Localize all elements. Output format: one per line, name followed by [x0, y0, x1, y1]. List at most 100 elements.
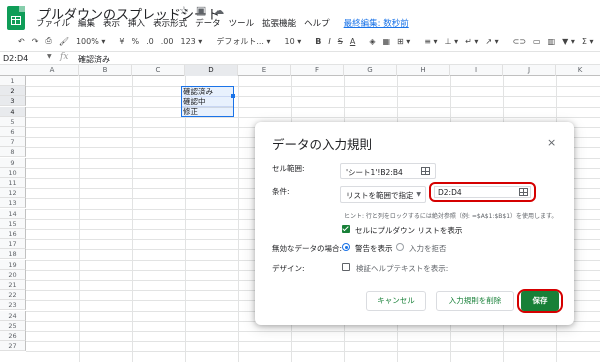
menu-extensions[interactable]: 拡張機能	[262, 17, 296, 29]
last-edit-link[interactable]: 最終編集: 数秒前	[344, 17, 409, 29]
menu-tools[interactable]: ツール	[229, 17, 255, 29]
row-header-18[interactable]: 18	[0, 249, 26, 260]
row-header-15[interactable]: 15	[0, 218, 26, 229]
row-header-3[interactable]: 3	[0, 96, 26, 107]
column-header-f[interactable]: F	[291, 65, 344, 76]
text-wrap-icon[interactable]: ↵ ▾	[465, 37, 478, 46]
row-header-27[interactable]: 27	[0, 341, 26, 352]
currency-button[interactable]: ¥	[119, 37, 124, 46]
column-header-c[interactable]: C	[132, 65, 185, 76]
select-range-icon[interactable]	[421, 167, 430, 175]
menu-insert[interactable]: 挿入	[128, 17, 145, 29]
row-header-1[interactable]: 1	[0, 76, 26, 86]
name-box-caret-icon[interactable]: ▼	[47, 53, 52, 60]
zoom-select[interactable]: 100% ▾	[76, 37, 105, 46]
percent-button[interactable]: %	[132, 37, 140, 46]
print-icon[interactable]: ⎙	[45, 36, 51, 46]
menu-edit[interactable]: 編集	[78, 17, 95, 29]
row-header-17[interactable]: 17	[0, 239, 26, 250]
name-box[interactable]: D2:D4	[3, 54, 53, 63]
criteria-range-input[interactable]: D2:D4	[434, 186, 531, 198]
select-range-icon[interactable]	[519, 188, 528, 196]
column-header-g[interactable]: G	[344, 65, 397, 76]
borders-icon[interactable]: ▦	[382, 37, 390, 46]
row-header-2[interactable]: 2	[0, 86, 26, 97]
column-header-j[interactable]: J	[503, 65, 556, 76]
sheets-logo-icon[interactable]	[7, 6, 25, 30]
row-header-5[interactable]: 5	[0, 116, 26, 127]
row-header-20[interactable]: 20	[0, 269, 26, 280]
cell-range-input[interactable]: 'シート1'!B2:B4	[340, 163, 436, 179]
close-icon[interactable]: ×	[547, 136, 556, 149]
help-text-checkbox[interactable]	[342, 263, 350, 271]
row-header-24[interactable]: 24	[0, 310, 26, 321]
insert-link-icon[interactable]: ⊂⊃	[513, 37, 526, 46]
column-header-i[interactable]: I	[450, 65, 503, 76]
text-color-button[interactable]: A	[350, 37, 355, 46]
formula-input[interactable]: 確認済み	[78, 54, 110, 65]
insert-comment-icon[interactable]: ▭	[533, 37, 541, 46]
cell-D2[interactable]: 確認済み	[183, 87, 213, 97]
merge-cells-icon[interactable]: ⊞ ▾	[397, 37, 410, 46]
reject-input-radio[interactable]	[396, 243, 404, 251]
insert-chart-icon[interactable]: ▥	[548, 37, 556, 46]
increase-decimal-button[interactable]: .00	[161, 37, 174, 46]
row-header-10[interactable]: 10	[0, 167, 26, 178]
move-folder-icon[interactable]: ▣	[196, 4, 206, 17]
row-header-21[interactable]: 21	[0, 280, 26, 290]
fill-handle[interactable]	[231, 94, 235, 98]
menu-data[interactable]: データ	[195, 17, 221, 29]
save-button[interactable]: 保存	[521, 291, 559, 311]
fill-color-icon[interactable]: ◈	[369, 37, 375, 46]
filter-icon[interactable]: ▼ ▾	[562, 37, 575, 46]
cell-D4[interactable]: 修正	[183, 107, 198, 117]
column-header-e[interactable]: E	[238, 65, 291, 76]
remove-rule-button[interactable]: 入力規則を削除	[436, 291, 514, 311]
text-rotate-icon[interactable]: ↗ ▾	[485, 37, 498, 46]
align-vertical-icon[interactable]: ⊥ ▾	[445, 37, 459, 46]
functions-icon[interactable]: Σ ▾	[582, 37, 594, 46]
font-select[interactable]: デフォルト... ▾	[216, 36, 270, 47]
align-horizontal-icon[interactable]: ≡ ▾	[424, 37, 437, 46]
menu-help[interactable]: ヘルプ	[304, 17, 330, 29]
row-header-22[interactable]: 22	[0, 290, 26, 301]
row-header-16[interactable]: 16	[0, 229, 26, 239]
cancel-button[interactable]: キャンセル	[366, 291, 426, 311]
row-header-25[interactable]: 25	[0, 320, 26, 331]
row-header-19[interactable]: 19	[0, 259, 26, 270]
menu-format[interactable]: 表示形式	[153, 17, 187, 29]
row-header-23[interactable]: 23	[0, 300, 26, 311]
row-header-7[interactable]: 7	[0, 137, 26, 148]
column-header-h[interactable]: H	[397, 65, 450, 76]
row-header-11[interactable]: 11	[0, 178, 26, 188]
row-header-14[interactable]: 14	[0, 208, 26, 219]
column-header-b[interactable]: B	[79, 65, 132, 76]
column-header-d[interactable]: D	[185, 65, 238, 76]
strikethrough-button[interactable]: S	[338, 37, 343, 46]
number-format-select[interactable]: 123 ▾	[180, 37, 202, 46]
menu-view[interactable]: 表示	[103, 17, 120, 29]
row-header-12[interactable]: 12	[0, 188, 26, 199]
row-header-8[interactable]: 8	[0, 147, 26, 158]
show-warning-radio[interactable]	[342, 243, 350, 251]
undo-icon[interactable]: ↶	[18, 37, 25, 46]
cell-D3[interactable]: 確認中	[183, 97, 206, 107]
criteria-select[interactable]: リストを範囲で指定 ▼	[340, 186, 426, 203]
cloud-status-icon[interactable]: ☁	[213, 4, 224, 17]
column-header-k[interactable]: K	[556, 65, 600, 76]
show-dropdown-checkbox[interactable]	[342, 225, 350, 233]
row-header-9[interactable]: 9	[0, 157, 26, 168]
star-icon[interactable]: ☆	[179, 4, 189, 17]
font-size-select[interactable]: 10 ▾	[285, 37, 302, 46]
row-header-13[interactable]: 13	[0, 198, 26, 209]
paint-format-icon[interactable]: 🖌	[59, 37, 69, 46]
column-header-a[interactable]: A	[26, 65, 79, 76]
decrease-decimal-button[interactable]: .0	[146, 37, 154, 46]
bold-button[interactable]: B	[315, 37, 321, 46]
redo-icon[interactable]: ↷	[32, 37, 39, 46]
row-header-6[interactable]: 6	[0, 127, 26, 137]
italic-button[interactable]: I	[328, 37, 330, 46]
row-header-4[interactable]: 4	[0, 106, 26, 117]
menu-file[interactable]: ファイル	[36, 17, 70, 29]
row-header-26[interactable]: 26	[0, 331, 26, 341]
